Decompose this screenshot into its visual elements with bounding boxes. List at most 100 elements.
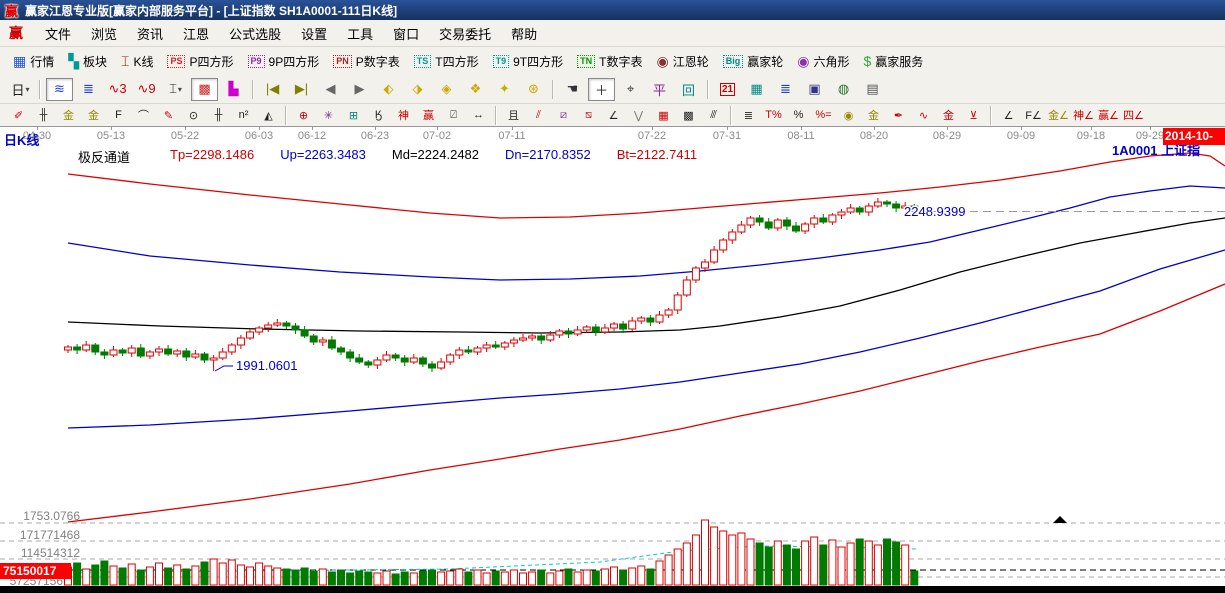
gann-tool-button[interactable]: 金: [81, 105, 106, 125]
volume-bar: [538, 570, 545, 585]
tools-menu[interactable]: 工具: [337, 24, 383, 43]
help-menu[interactable]: 帮助: [501, 24, 547, 43]
draw-tool-button[interactable]: 21: [714, 78, 741, 101]
draw-tool-button[interactable]: 平: [646, 78, 673, 101]
draw-tool-button[interactable]: ＋: [588, 78, 615, 101]
gann-tool-button[interactable]: 神: [391, 105, 416, 125]
gann-tool-button[interactable]: T%: [761, 105, 786, 125]
draw-tool-button[interactable]: ▙: [220, 78, 247, 101]
draw-tool-button[interactable]: 回: [675, 78, 702, 101]
formula-select-menu[interactable]: 公式选股: [219, 24, 291, 43]
9t-square-button[interactable]: T99T四方形: [486, 49, 571, 73]
winner-wheel-button[interactable]: Big赢家轮: [716, 49, 791, 73]
gann-tool-button[interactable]: %: [786, 105, 811, 125]
gann-tool-button[interactable]: ⧄: [551, 105, 576, 125]
gann-tool-button[interactable]: ≣: [736, 105, 761, 125]
draw-tool-button[interactable]: ✦: [491, 78, 518, 101]
gann-tool-button[interactable]: ✎: [156, 105, 181, 125]
draw-tool-button[interactable]: ≣: [772, 78, 799, 101]
gann-tool-button[interactable]: 四∠: [1121, 105, 1146, 125]
t-number-button[interactable]: TNT数字表: [570, 49, 649, 73]
p-square-button[interactable]: PSP四方形: [160, 49, 240, 73]
gann-tool-button[interactable]: 赢: [416, 105, 441, 125]
draw-tool-button[interactable]: ▤: [859, 78, 886, 101]
gann-tool-button[interactable]: 且: [501, 105, 526, 125]
gann-tool-button[interactable]: ◉: [836, 105, 861, 125]
settings-menu[interactable]: 设置: [291, 24, 337, 43]
draw-tool-button[interactable]: ▩: [191, 78, 218, 101]
draw-tool-button[interactable]: ≋: [46, 78, 73, 101]
winner-service-button[interactable]: $赢家服务: [856, 49, 930, 73]
gann-tool-button[interactable]: ✒: [886, 105, 911, 125]
gann-tool-button[interactable]: ↔: [466, 105, 491, 125]
gann-tool-button[interactable]: F∠: [1021, 105, 1046, 125]
gann-tool-button[interactable]: ◭: [256, 105, 281, 125]
gann-tool-button[interactable]: Ӄ: [366, 105, 391, 125]
draw-tool-button[interactable]: ◀: [317, 78, 344, 101]
draw-tool-button[interactable]: ▶: [346, 78, 373, 101]
draw-tool-button[interactable]: ▶|: [288, 78, 315, 101]
gann-tool-button[interactable]: ⊞: [341, 105, 366, 125]
draw-tool-button[interactable]: ⬗: [404, 78, 431, 101]
draw-tool-button[interactable]: |◀: [259, 78, 286, 101]
gann-tool-button[interactable]: ⌒: [131, 105, 156, 125]
gann-tool-button[interactable]: F: [106, 105, 131, 125]
gann-tool-button-icon: 金: [88, 107, 99, 123]
hexagon-button[interactable]: ◉六角形: [790, 49, 856, 73]
draw-tool-button[interactable]: 日▾: [7, 78, 34, 101]
gann-tool-button[interactable]: 金∠: [1046, 105, 1071, 125]
gann-tool-button[interactable]: ✳: [316, 105, 341, 125]
gann-wheel-button[interactable]: ◉江恩轮: [649, 49, 715, 73]
t-square-button[interactable]: TST四方形: [407, 49, 486, 73]
news-menu[interactable]: 资讯: [127, 24, 173, 43]
window-menu[interactable]: 窗口: [383, 24, 429, 43]
gann-tool-button[interactable]: ✐: [6, 105, 31, 125]
gann-tool-button[interactable]: ╫: [31, 105, 56, 125]
gann-tool-button[interactable]: n²: [231, 105, 256, 125]
browse-menu[interactable]: 浏览: [81, 24, 127, 43]
gann-tool-button[interactable]: 金: [936, 105, 961, 125]
gann-tool-button[interactable]: 金: [861, 105, 886, 125]
gann-tool-button[interactable]: ▩: [676, 105, 701, 125]
gann-tool-button[interactable]: %=: [811, 105, 836, 125]
draw-tool-button[interactable]: ∿3: [104, 78, 131, 101]
draw-tool-button[interactable]: ⊛: [520, 78, 547, 101]
gann-tool-button[interactable]: ⍁: [441, 105, 466, 125]
p-number-button[interactable]: PNP数字表: [326, 49, 407, 73]
gann-tool-button[interactable]: ▦: [651, 105, 676, 125]
draw-tool-button[interactable]: ▣: [801, 78, 828, 101]
title-bar[interactable]: 赢 赢家江恩专业版[赢家内部服务平台] - [上证指数 SH1A0001-111…: [0, 0, 1225, 20]
gann-tool-button[interactable]: 神∠: [1071, 105, 1096, 125]
gann-tool-button[interactable]: ∠: [996, 105, 1021, 125]
gann-tool-button[interactable]: ⊙: [181, 105, 206, 125]
gann-tool-button[interactable]: ∿: [911, 105, 936, 125]
draw-tool-button[interactable]: ❖: [462, 78, 489, 101]
gann-tool-button[interactable]: 赢∠: [1096, 105, 1121, 125]
draw-tool-button[interactable]: ∿9: [133, 78, 160, 101]
gann-tool-button[interactable]: ⊻: [961, 105, 986, 125]
draw-tool-button[interactable]: ▦: [743, 78, 770, 101]
kline-button[interactable]: ⌶K线: [114, 49, 160, 73]
chart-canvas[interactable]: 2248.9399 1991.0601 1753.0766 171771468 …: [0, 146, 1225, 593]
draw-tool-button[interactable]: ◍: [830, 78, 857, 101]
gann-menu[interactable]: 江恩: [173, 24, 219, 43]
gann-tool-button[interactable]: ⊕: [291, 105, 316, 125]
gann-tool-button[interactable]: ⫻: [701, 105, 726, 125]
draw-tool-button[interactable]: ⌖: [617, 78, 644, 101]
gann-tool-button[interactable]: 金: [56, 105, 81, 125]
quotes-button[interactable]: ▦行情: [6, 49, 61, 73]
9p-square-button[interactable]: P99P四方形: [241, 49, 327, 73]
gann-tool-button[interactable]: ∠: [601, 105, 626, 125]
draw-tool-button[interactable]: ⌶▾: [162, 78, 189, 101]
file-menu[interactable]: 文件: [35, 24, 81, 43]
trade-menu[interactable]: 交易委托: [429, 24, 501, 43]
draw-tool-button[interactable]: ⬖: [375, 78, 402, 101]
draw-tool-button[interactable]: ≣: [75, 78, 102, 101]
draw-tool-button[interactable]: ◈: [433, 78, 460, 101]
draw-tool-button[interactable]: ☚: [559, 78, 586, 101]
gann-tool-button[interactable]: ⫽: [526, 105, 551, 125]
gann-tool-button[interactable]: ╫: [206, 105, 231, 125]
gann-tool-button[interactable]: ⋁: [626, 105, 651, 125]
sectors-button[interactable]: ▚板块: [61, 49, 114, 73]
gann-tool-button[interactable]: ⧅: [576, 105, 601, 125]
